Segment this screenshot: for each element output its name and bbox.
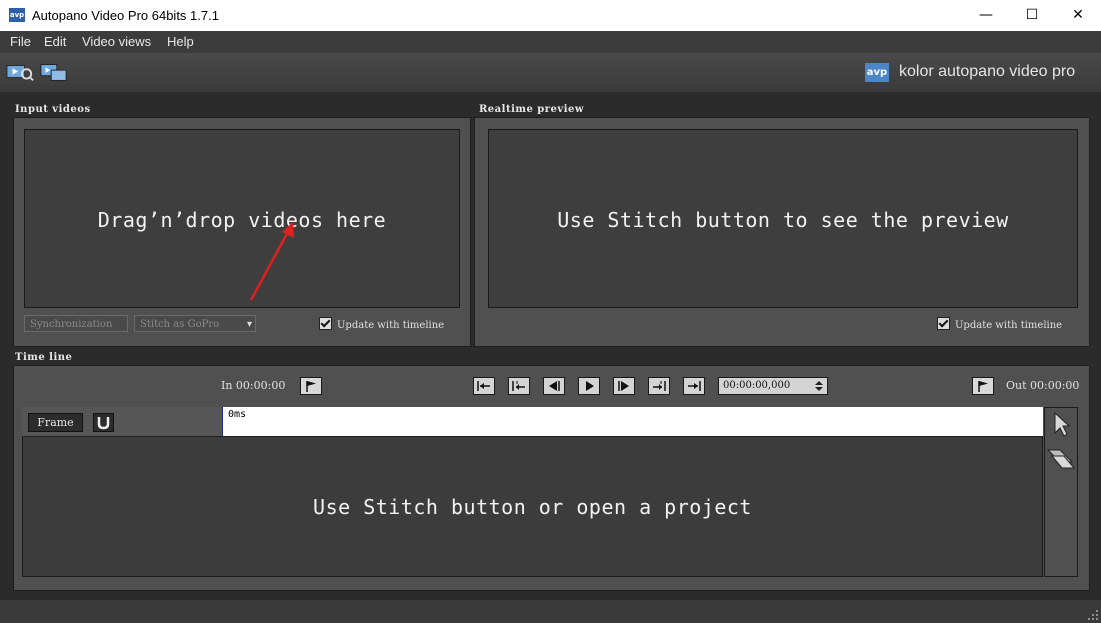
- previous-marker-icon: [512, 381, 525, 391]
- menu-help[interactable]: Help: [167, 31, 194, 53]
- magnet-icon: [97, 417, 110, 430]
- out-point-label: Out 00:00:00: [1006, 379, 1080, 392]
- time-ruler[interactable]: 0ms: [222, 407, 1043, 437]
- synchronization-button[interactable]: Synchronization: [24, 315, 128, 332]
- set-out-point-button[interactable]: [972, 377, 994, 395]
- dropdown-arrow-icon: ▾: [246, 319, 252, 330]
- import-videos-icon[interactable]: [6, 62, 34, 82]
- brand-logo-icon: avp: [865, 63, 889, 82]
- razor-tool-icon[interactable]: [1046, 446, 1076, 472]
- realtime-preview-label: Realtime preview: [479, 104, 584, 115]
- menu-edit[interactable]: Edit: [44, 31, 66, 53]
- video-dropzone[interactable]: Drag’n’drop videos here: [24, 129, 460, 308]
- close-button[interactable]: ✕: [1055, 0, 1101, 31]
- preview-update-label: Update with timeline: [955, 320, 1063, 331]
- next-marker-button[interactable]: [648, 377, 670, 395]
- menu-bar: File Edit Video views Help: [0, 31, 1101, 53]
- step-back-icon: [549, 381, 560, 391]
- skip-end-icon: [688, 381, 701, 391]
- stitch-button-label: Stitch as GoPro: [140, 319, 220, 330]
- stitch-icon[interactable]: [40, 62, 68, 82]
- input-videos-label: Input videos: [15, 104, 91, 115]
- preview-text: Use Stitch button to see the preview: [557, 208, 1009, 232]
- go-to-start-button[interactable]: [473, 377, 495, 395]
- flag-icon: [978, 381, 988, 392]
- spin-arrows-icon[interactable]: [814, 380, 824, 392]
- menu-file[interactable]: File: [10, 31, 31, 53]
- stitch-as-gopro-button[interactable]: Stitch as GoPro ▾: [134, 315, 256, 332]
- checkbox-icon[interactable]: [319, 317, 332, 330]
- set-in-point-button[interactable]: [300, 377, 322, 395]
- snap-button[interactable]: [93, 413, 114, 432]
- go-to-end-button[interactable]: [683, 377, 705, 395]
- flag-icon: [306, 381, 316, 392]
- brand-text: kolor autopano video pro: [899, 63, 1076, 80]
- play-icon: [586, 381, 594, 391]
- frame-button[interactable]: Frame: [28, 413, 83, 432]
- status-bar: [0, 600, 1101, 623]
- play-button[interactable]: [578, 377, 600, 395]
- timeline-label: Time line: [15, 352, 73, 363]
- step-forward-icon: [618, 381, 629, 391]
- window-title: Autopano Video Pro 64bits 1.7.1: [32, 8, 219, 23]
- pointer-tool-icon[interactable]: [1049, 410, 1073, 438]
- dropzone-text: Drag’n’drop videos here: [97, 208, 387, 232]
- app-icon: avp: [9, 8, 25, 22]
- next-frame-button[interactable]: [613, 377, 635, 395]
- timecode-spinbox[interactable]: 00:00:00,000: [718, 377, 828, 395]
- maximize-button[interactable]: ☐: [1009, 0, 1055, 31]
- previous-marker-button[interactable]: [508, 377, 530, 395]
- in-point-label: In 00:00:00: [221, 379, 286, 392]
- resize-grip-icon[interactable]: [1088, 610, 1099, 621]
- preview-update-with-timeline[interactable]: Update with timeline: [937, 317, 1062, 333]
- preview-area: Use Stitch button to see the preview: [488, 129, 1078, 308]
- title-bar: avp Autopano Video Pro 64bits 1.7.1 — ☐ …: [0, 0, 1101, 31]
- checkbox-icon[interactable]: [937, 317, 950, 330]
- timeline-empty-text: Use Stitch button or open a project: [313, 495, 752, 519]
- skip-start-icon: [477, 381, 490, 391]
- arrow-annotation-icon: [249, 222, 294, 301]
- previous-frame-button[interactable]: [543, 377, 565, 395]
- input-update-label: Update with timeline: [337, 320, 445, 331]
- next-marker-icon: [653, 381, 666, 391]
- timecode-value: 00:00:00,000: [723, 380, 791, 391]
- minimize-button[interactable]: —: [963, 0, 1009, 31]
- input-update-with-timeline[interactable]: Update with timeline: [319, 317, 444, 333]
- menu-video-views[interactable]: Video views: [82, 31, 151, 53]
- ruler-start-label: 0ms: [228, 409, 247, 420]
